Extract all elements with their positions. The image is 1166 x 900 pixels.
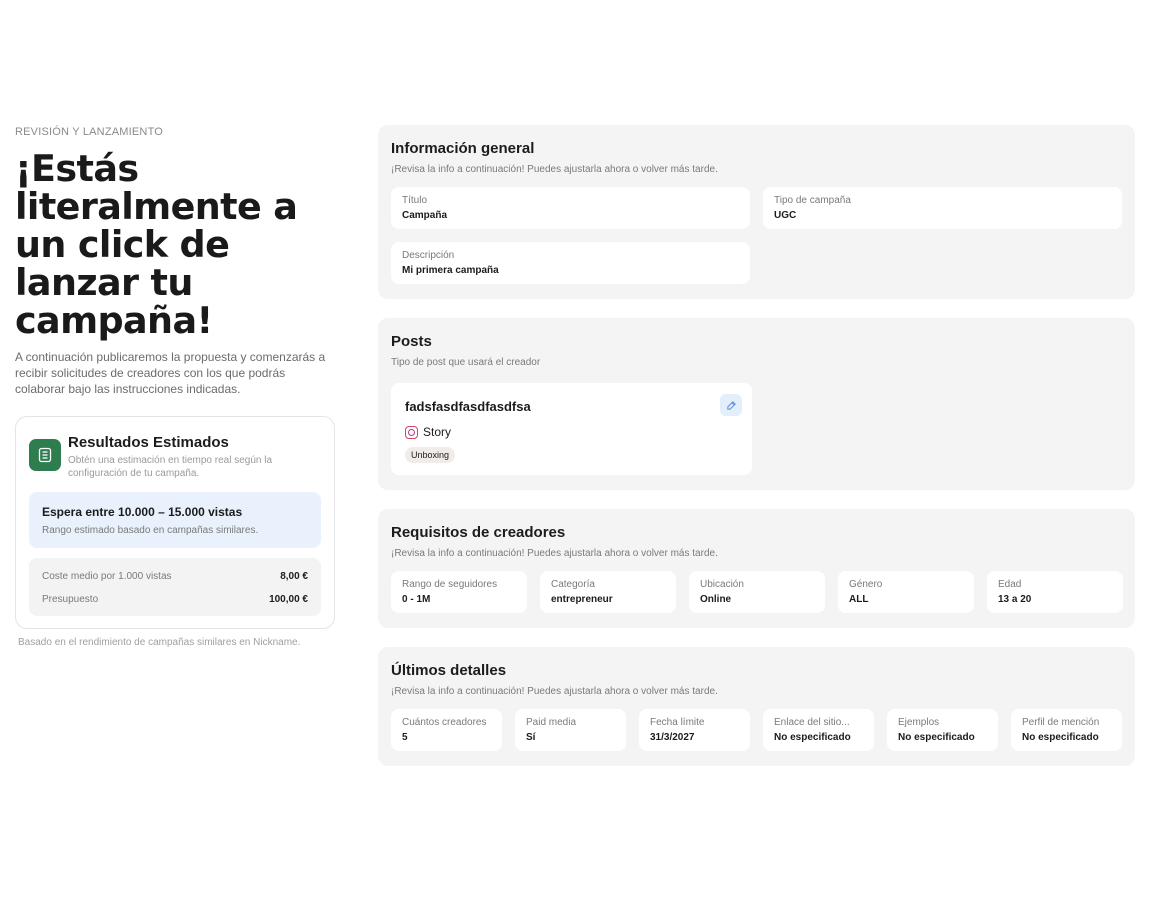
field-label: Categoría [551, 579, 595, 590]
final-details-panel: Últimos detalles ¡Revisa la info a conti… [378, 647, 1135, 766]
field-label: Tipo de campaña [774, 195, 851, 206]
cost-label: Presupuesto [42, 594, 99, 605]
cost-label: Coste medio por 1.000 vistas [42, 571, 172, 582]
field-value: 31/3/2027 [650, 732, 695, 743]
footnote: Basado en el rendimiento de campañas sim… [18, 637, 301, 648]
field-value: entrepreneur [551, 594, 613, 605]
estimated-results-card: Resultados Estimados Obtén una estimació… [15, 416, 335, 629]
cost-row: Coste medio por 1.000 vistas 8,00 € [42, 570, 308, 583]
field-label: Descripción [402, 250, 455, 261]
step-eyebrow: REVISIÓN Y LANZAMIENTO [15, 126, 164, 138]
field-value: Mi primera campaña [402, 265, 499, 276]
post-type-label: Story [423, 425, 452, 439]
field-value: Sí [526, 732, 536, 743]
post-card[interactable]: fadsfasdfasdfasdfsa Story Unboxing [391, 383, 752, 475]
views-range-box: Espera entre 10.000 – 15.000 vistas Rang… [29, 492, 321, 548]
field-age: Edad 13 a 20 [987, 571, 1123, 613]
general-info-panel: Información general ¡Revisa la info a co… [378, 125, 1135, 299]
field-location: Ubicación Online [689, 571, 825, 613]
field-label: Ubicación [700, 579, 744, 590]
page-title: ¡Estás literalmente a un click de lanzar… [15, 147, 298, 342]
panel-title: Posts [391, 333, 432, 350]
field-gender: Género ALL [838, 571, 974, 613]
field-label: Edad [998, 579, 1022, 590]
costs-box: Coste medio por 1.000 vistas 8,00 € Pres… [29, 558, 321, 616]
field-value: Online [700, 594, 732, 605]
instagram-icon [405, 425, 418, 439]
field-label: Título [402, 195, 428, 206]
field-mention-profile: Perfil de mención No especificado [1011, 709, 1122, 751]
field-campaign-type: Tipo de campaña UGC [763, 187, 1122, 229]
field-category: Categoría entrepreneur [540, 571, 676, 613]
field-followers-range: Rango de seguidores 0 - 1M [391, 571, 527, 613]
field-value: 5 [402, 732, 408, 743]
views-range-subtitle: Rango estimado basado en campañas simila… [42, 525, 259, 536]
field-paid-media: Paid media Sí [515, 709, 626, 751]
cost-value: 100,00 € [269, 594, 308, 605]
field-value: ALL [849, 594, 869, 605]
intro-text: A continuación publicaremos la propuesta… [15, 350, 326, 396]
field-label: Rango de seguidores [402, 579, 498, 590]
field-value: 13 a 20 [998, 594, 1032, 605]
field-deadline: Fecha límite 31/3/2027 [639, 709, 750, 751]
list-icon [29, 439, 61, 471]
posts-panel: Posts Tipo de post que usará el creador … [378, 318, 1135, 490]
field-label: Cuántos creadores [402, 717, 487, 728]
left-column: REVISIÓN Y LANZAMIENTO ¡Estás literalmen… [15, 126, 335, 648]
panel-subtitle: ¡Revisa la info a continuación! Puedes a… [391, 548, 718, 559]
edit-post-button[interactable] [720, 394, 742, 416]
creator-requirements-panel: Requisitos de creadores ¡Revisa la info … [378, 509, 1135, 628]
estimated-results-subtitle: Obtén una estimación en tiempo real segú… [68, 455, 273, 479]
field-value: No especificado [898, 732, 975, 743]
views-range-title: Espera entre 10.000 – 15.000 vistas [42, 505, 243, 519]
field-creators-count: Cuántos creadores 5 [391, 709, 502, 751]
field-value: UGC [774, 210, 797, 221]
cost-value: 8,00 € [280, 571, 308, 582]
field-label: Paid media [526, 717, 577, 728]
field-value: Campaña [402, 210, 448, 221]
post-name: fadsfasdfasdfasdfsa [405, 399, 531, 414]
panel-title: Últimos detalles [391, 662, 507, 679]
panel-title: Requisitos de creadores [391, 524, 566, 541]
field-site-link: Enlace del sitio... No especificado [763, 709, 874, 751]
field-label: Fecha límite [650, 717, 705, 728]
field-label: Perfil de mención [1022, 717, 1100, 728]
cost-row: Presupuesto 100,00 € [42, 593, 308, 606]
panel-subtitle: ¡Revisa la info a continuación! Puedes a… [391, 164, 718, 175]
field-label: Ejemplos [898, 717, 940, 728]
estimated-results-title: Resultados Estimados [68, 434, 229, 451]
field-title: Título Campaña [391, 187, 750, 229]
edit-icon [726, 400, 736, 410]
post-tag: Unboxing [405, 447, 456, 463]
field-value: No especificado [774, 732, 851, 743]
post-type: Story [405, 425, 739, 439]
field-label: Género [849, 579, 883, 590]
panel-subtitle: Tipo de post que usará el creador [391, 357, 541, 368]
field-value: 0 - 1M [402, 594, 431, 605]
field-description: Descripción Mi primera campaña [391, 242, 750, 284]
panel-subtitle: ¡Revisa la info a continuación! Puedes a… [391, 686, 718, 697]
field-label: Enlace del sitio... [774, 717, 850, 728]
panel-title: Información general [391, 140, 535, 157]
estimated-results-header: Resultados Estimados Obtén una estimació… [29, 430, 321, 480]
field-examples: Ejemplos No especificado [887, 709, 998, 751]
field-value: No especificado [1022, 732, 1099, 743]
